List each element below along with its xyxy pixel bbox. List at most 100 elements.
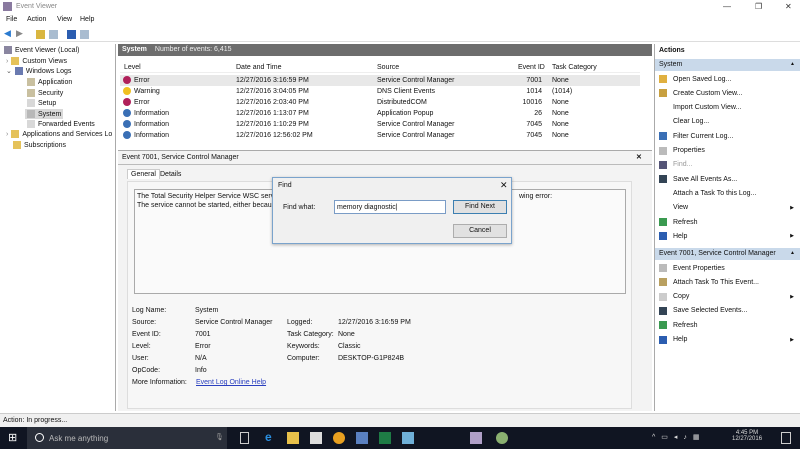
tab-general[interactable]: General: [127, 169, 160, 179]
actions-section-event[interactable]: Event 7001, Service Control Manager ▲: [655, 248, 800, 260]
find-next-button[interactable]: Find Next: [453, 200, 507, 214]
title-bar: Event Viewer — ❐ ✕: [0, 0, 800, 13]
action-help[interactable]: Help: [659, 232, 687, 241]
app-icon[interactable]: [402, 432, 414, 444]
collapse-icon[interactable]: ▲: [790, 250, 795, 256]
excel-icon[interactable]: [379, 432, 391, 444]
table-row[interactable]: Error 12/27/2016 2:03:40 PM DistributedC…: [120, 97, 640, 108]
tree-item-custom-views[interactable]: › Custom Views: [6, 57, 67, 65]
online-help-link[interactable]: Event Log Online Help: [196, 379, 266, 386]
tree-item-setup[interactable]: Setup: [27, 99, 56, 107]
action-create-custom-view[interactable]: Create Custom View...: [659, 89, 743, 98]
task-view-icon[interactable]: [240, 432, 249, 444]
column-date[interactable]: Date and Time: [236, 64, 282, 71]
log-title: System: [122, 46, 147, 53]
value-user: N/A: [195, 355, 207, 362]
system-tray-icons[interactable]: ^▭◂♪▦: [652, 433, 706, 441]
menu-help[interactable]: Help: [80, 16, 94, 23]
table-row[interactable]: Error 12/27/2016 3:16:59 PM Service Cont…: [120, 75, 640, 86]
microphone-icon[interactable]: 🎙: [215, 433, 224, 441]
action-pane-icon[interactable]: [80, 30, 89, 39]
maximize-button[interactable]: ❐: [755, 2, 762, 11]
help-icon[interactable]: [67, 30, 76, 39]
folder-icon: [11, 130, 20, 138]
action-attach-task-to-this-event[interactable]: Attach Task To This Event...: [659, 278, 759, 287]
forward-icon[interactable]: ▶: [16, 28, 25, 38]
submenu-arrow-icon: ▶: [790, 336, 794, 343]
action-label: Refresh: [673, 321, 698, 329]
chrome-icon[interactable]: [333, 432, 345, 444]
action-properties[interactable]: Properties: [659, 146, 705, 155]
action-refresh[interactable]: Refresh: [659, 321, 698, 330]
console-tree-icon[interactable]: [49, 30, 58, 39]
clock[interactable]: 4:45 PM 12/27/2016: [732, 430, 762, 442]
actions-section-system[interactable]: System ▲: [655, 59, 800, 71]
cancel-button[interactable]: Cancel: [453, 224, 507, 238]
action-find[interactable]: Find...: [659, 160, 692, 169]
app-icon-2[interactable]: [496, 432, 508, 444]
minimize-button[interactable]: —: [723, 2, 731, 11]
table-row[interactable]: Information 12/27/2016 1:10:29 PM Servic…: [120, 119, 640, 130]
menu-file[interactable]: File: [6, 16, 17, 23]
menu-view[interactable]: View: [57, 16, 72, 23]
actions-title: Actions: [659, 47, 685, 54]
label-more-info: More Information:: [132, 379, 187, 386]
find-input[interactable]: memory diagnostic|: [334, 200, 446, 214]
start-icon[interactable]: ⊞: [8, 431, 20, 444]
action-save-selected-events[interactable]: Save Selected Events...: [659, 306, 747, 315]
action-save-all-events-as[interactable]: Save All Events As...: [659, 175, 737, 184]
table-row[interactable]: Warning 12/27/2016 3:04:05 PM DNS Client…: [120, 86, 640, 97]
action-copy[interactable]: Copy: [659, 292, 689, 301]
column-task-category[interactable]: Task Category: [552, 64, 597, 71]
action-label: Attach Task To This Event...: [673, 278, 759, 286]
tree-root[interactable]: Event Viewer (Local): [4, 46, 79, 54]
action-help[interactable]: Help: [659, 335, 687, 344]
value-opcode: Info: [195, 367, 207, 374]
collapse-icon[interactable]: ▲: [790, 61, 795, 67]
table-row[interactable]: Information 12/27/2016 1:13:07 PM Applic…: [120, 108, 640, 119]
action-clear-log[interactable]: Clear Log...: [659, 118, 709, 126]
back-icon[interactable]: ◀: [4, 28, 13, 38]
expand-icon[interactable]: ›: [6, 58, 8, 65]
find-close-button[interactable]: ✕: [500, 180, 508, 191]
action-event-properties[interactable]: Event Properties: [659, 264, 725, 272]
tab-details[interactable]: Details: [158, 170, 183, 179]
action-filter-current-log[interactable]: Filter Current Log...: [659, 132, 733, 141]
edge-icon[interactable]: e: [265, 430, 277, 444]
column-level[interactable]: Level: [124, 64, 141, 71]
detail-close-button[interactable]: ✕: [636, 153, 642, 161]
cell-level: Information: [134, 132, 170, 139]
tree-item-security[interactable]: Security: [27, 89, 63, 97]
value-task-category: None: [338, 331, 355, 338]
menu-action[interactable]: Action: [27, 16, 46, 23]
action-attach-a-task-to-this-log[interactable]: Attach a Task To this Log...: [659, 189, 756, 197]
tree-item-apps-services[interactable]: › Applications and Services Lo: [6, 130, 112, 138]
warning-icon: [123, 87, 131, 95]
event-viewer-taskbar-icon[interactable]: [470, 432, 482, 444]
tree-item-windows-logs[interactable]: ⌄ Windows Logs: [6, 67, 71, 75]
collapse-icon[interactable]: ⌄: [6, 67, 12, 75]
search-box[interactable]: Ask me anything 🎙: [27, 427, 227, 449]
file-explorer-icon[interactable]: [287, 432, 299, 444]
action-view[interactable]: View: [659, 204, 688, 212]
tree-label: Custom Views: [22, 57, 67, 65]
network-app-icon[interactable]: [356, 432, 368, 444]
label-source: Source:: [132, 319, 157, 326]
tree-item-forwarded-events[interactable]: Forwarded Events: [27, 120, 95, 128]
notifications-icon[interactable]: [781, 432, 791, 444]
store-icon[interactable]: [310, 432, 322, 444]
tree-item-subscriptions[interactable]: Subscriptions: [13, 141, 66, 149]
action-open-saved-log[interactable]: Open Saved Log...: [659, 75, 731, 83]
action-import-custom-view[interactable]: Import Custom View...: [659, 104, 741, 112]
action-refresh[interactable]: Refresh: [659, 218, 698, 226]
tree-item-system[interactable]: System: [25, 109, 64, 119]
expand-icon[interactable]: ›: [6, 131, 8, 138]
close-button[interactable]: ✕: [785, 2, 792, 11]
cell-date: 12/27/2016 1:13:07 PM: [236, 110, 309, 117]
table-row[interactable]: Information 12/27/2016 12:56:02 PM Servi…: [120, 130, 640, 141]
column-source[interactable]: Source: [377, 64, 399, 71]
detail-title: Event 7001, Service Control Manager: [122, 154, 239, 161]
column-event-id[interactable]: Event ID: [518, 64, 545, 71]
tree-item-application[interactable]: Application: [27, 78, 72, 86]
open-icon[interactable]: [36, 30, 45, 39]
